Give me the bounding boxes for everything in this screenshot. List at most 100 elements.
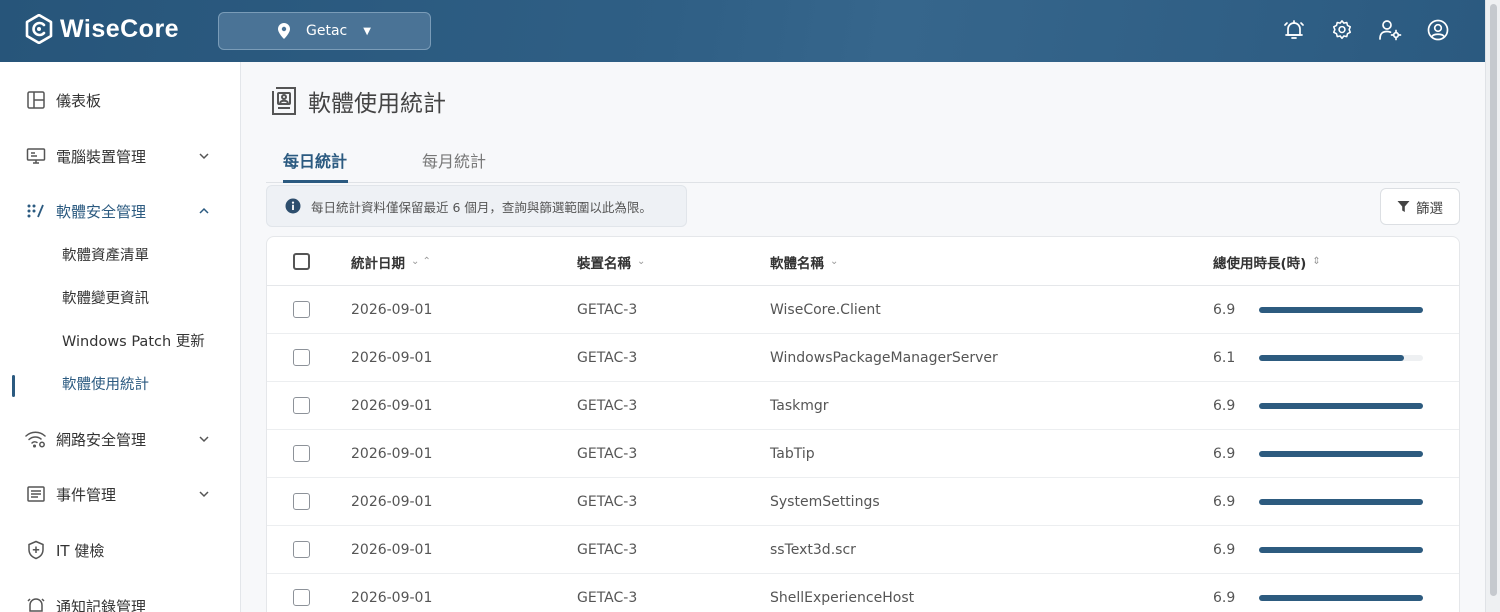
sidebar-item-events[interactable]: 事件管理	[0, 474, 240, 514]
usage-bar-fill	[1259, 307, 1423, 313]
sidebar-item-devices[interactable]: 電腦裝置管理	[0, 136, 240, 176]
table-row[interactable]: 2026-09-01 GETAC-3 TabTip 6.9	[267, 430, 1459, 478]
cell-date: 2026-09-01	[351, 542, 433, 558]
row-checkbox[interactable]	[293, 493, 310, 510]
software-security-icon	[25, 200, 47, 222]
table-row[interactable]: 2026-09-01 GETAC-3 Taskmgr 6.9	[267, 382, 1459, 430]
sidebar-item-label: 事件管理	[56, 485, 117, 504]
sidebar-item-network-security[interactable]: 網路安全管理	[0, 419, 240, 459]
cell-hours: 6.9	[1213, 590, 1236, 606]
caret-down-icon: ▼	[363, 25, 371, 37]
page-title: 軟體使用統計	[270, 84, 446, 118]
app-name: WiseCore	[60, 14, 180, 43]
bell-icon[interactable]	[1281, 17, 1307, 43]
sidebar-item-label: 網路安全管理	[56, 430, 147, 449]
page-title-text: 軟體使用統計	[308, 91, 446, 117]
table-row[interactable]: 2026-09-01 GETAC-3 SystemSettings 6.9	[267, 478, 1459, 526]
sidebar-subitem-asset-list[interactable]: 軟體資產清單	[62, 244, 149, 268]
row-checkbox[interactable]	[293, 589, 310, 606]
sidebar-item-label: 通知記錄管理	[56, 597, 147, 612]
select-all-checkbox[interactable]	[293, 253, 310, 270]
usage-bar-fill	[1259, 547, 1423, 553]
column-header-hours[interactable]: 總使用時長(時) ⇕	[1213, 237, 1321, 286]
usage-bar	[1259, 307, 1423, 313]
user-settings-icon[interactable]	[1377, 17, 1403, 43]
cell-software: ShellExperienceHost	[770, 590, 915, 606]
sidebar-item-software-security[interactable]: 軟體安全管理	[0, 191, 240, 231]
sidebar-subitem-usage-stats[interactable]: 軟體使用統計	[62, 373, 149, 397]
site-selector[interactable]: Getac ▼	[218, 12, 431, 50]
column-header-device[interactable]: 裝置名稱 ⌄	[577, 237, 645, 286]
event-icon	[25, 483, 47, 505]
gear-icon[interactable]	[1329, 17, 1355, 43]
usage-bar-fill	[1259, 499, 1423, 505]
sort-icon: ⇕	[1312, 256, 1321, 267]
cell-date: 2026-09-01	[351, 302, 433, 318]
network-icon	[25, 428, 47, 450]
sidebar-item-dashboard[interactable]: 儀表板	[0, 80, 240, 120]
cell-hours: 6.9	[1213, 302, 1236, 318]
column-header-software[interactable]: 軟體名稱 ⌄	[770, 237, 838, 286]
cell-device: GETAC-3	[577, 446, 638, 462]
chevron-down-icon: ⌄	[830, 256, 839, 267]
tab-monthly[interactable]: 每月統計	[422, 148, 486, 183]
info-icon	[285, 198, 301, 214]
cell-software: ssText3d.scr	[770, 542, 856, 558]
cell-hours: 6.9	[1213, 446, 1236, 462]
table-row[interactable]: 2026-09-01 GETAC-3 ShellExperienceHost 6.9	[267, 574, 1459, 612]
row-checkbox[interactable]	[293, 541, 310, 558]
cell-software: WiseCore.Client	[770, 302, 881, 318]
account-icon[interactable]	[1425, 17, 1451, 43]
tab-daily[interactable]: 每日統計	[283, 148, 348, 183]
info-banner: 每日統計資料僅保留最近 6 個月，查詢與篩選範圍以此為限。	[266, 185, 687, 227]
table-row[interactable]: 2026-09-01 GETAC-3 ssText3d.scr 6.9	[267, 526, 1459, 574]
report-icon	[272, 87, 296, 115]
main-content: 軟體使用統計 每日統計 每月統計 每日統計資料僅保留最近 6 個月，查詢與篩選範…	[242, 62, 1485, 612]
cell-software: Taskmgr	[770, 398, 829, 414]
sidebar-subitem-change-info[interactable]: 軟體變更資訊	[62, 287, 149, 311]
cell-software: TabTip	[770, 446, 815, 462]
cell-hours: 6.9	[1213, 398, 1236, 414]
usage-bar	[1259, 355, 1423, 361]
wisecore-logo-icon	[25, 14, 53, 44]
cell-device: GETAC-3	[577, 542, 638, 558]
row-checkbox[interactable]	[293, 445, 310, 462]
cell-software: SystemSettings	[770, 494, 880, 510]
cell-hours: 6.9	[1213, 542, 1236, 558]
usage-bar-fill	[1259, 355, 1404, 361]
chevron-down-icon	[199, 491, 209, 498]
sidebar-item-notifications[interactable]: 通知記錄管理	[0, 586, 240, 612]
filter-label: 篩選	[1416, 200, 1443, 217]
row-checkbox[interactable]	[293, 349, 310, 366]
usage-bar	[1259, 499, 1423, 505]
usage-bar	[1259, 595, 1423, 601]
table-row[interactable]: 2026-09-01 GETAC-3 WindowsPackageManagerSe…	[267, 334, 1459, 382]
table-row[interactable]: 2026-09-01 GETAC-3 WiseCore.Client 6.9	[267, 286, 1459, 334]
vertical-scrollbar[interactable]	[1485, 0, 1500, 612]
cell-date: 2026-09-01	[351, 446, 433, 462]
usage-table: 統計日期 ⌄ ⌃ 裝置名稱 ⌄ 軟體名稱 ⌄ 總使用時長(時) ⇕ 2026-0…	[266, 236, 1460, 612]
usage-bar-fill	[1259, 403, 1423, 409]
sidebar-item-label: IT 健檢	[56, 541, 105, 560]
tab-bar: 每日統計 每月統計	[266, 140, 1460, 183]
row-checkbox[interactable]	[293, 397, 310, 414]
cell-hours: 6.1	[1213, 350, 1236, 366]
cell-date: 2026-09-01	[351, 590, 433, 606]
active-indicator	[12, 375, 15, 397]
sidebar-item-label: 軟體安全管理	[56, 202, 147, 221]
chevron-down-icon	[199, 436, 209, 443]
cell-date: 2026-09-01	[351, 350, 433, 366]
device-icon	[25, 145, 47, 167]
filter-button[interactable]: 篩選	[1380, 188, 1460, 225]
info-text: 每日統計資料僅保留最近 6 個月，查詢與篩選範圍以此為限。	[311, 199, 652, 215]
usage-bar	[1259, 547, 1423, 553]
column-header-date[interactable]: 統計日期 ⌄ ⌃	[351, 237, 431, 286]
sidebar-item-it-check[interactable]: IT 健檢	[0, 530, 240, 570]
logo[interactable]: WiseCore	[24, 14, 179, 44]
sidebar-subitem-windows-patch[interactable]: Windows Patch 更新	[62, 330, 205, 354]
site-selector-value: Getac	[306, 23, 348, 39]
row-checkbox[interactable]	[293, 301, 310, 318]
usage-bar	[1259, 451, 1423, 457]
dashboard-icon	[25, 89, 47, 111]
sidebar-item-label: 電腦裝置管理	[56, 147, 147, 166]
